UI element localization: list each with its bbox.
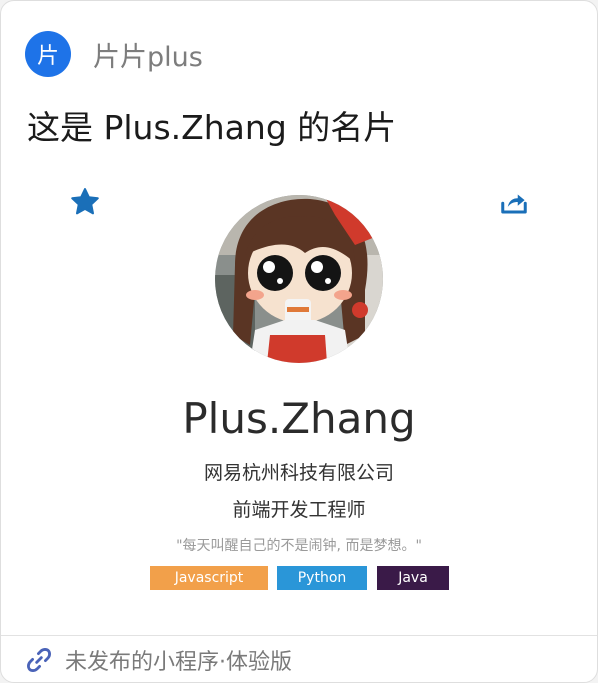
profile-company: 网易杭州科技有限公司 — [203, 462, 394, 484]
page-title: 这是 Plus.Zhang 的名片 — [27, 108, 397, 147]
avatar-illustration — [215, 195, 383, 363]
app-icon: 片 — [25, 31, 71, 77]
profile-name: Plus.Zhang — [182, 394, 416, 443]
app-name: 片片plus — [93, 41, 203, 73]
tag-java: Java — [377, 566, 449, 590]
footer-bar[interactable]: 未发布的小程序·体验版 — [1, 635, 597, 682]
star-icon[interactable] — [68, 186, 102, 218]
tag-python: Python — [277, 566, 367, 590]
profile-role: 前端开发工程师 — [232, 499, 366, 521]
skill-tags: Javascript Python Java — [1, 566, 597, 590]
app-header: 片 片片plus — [25, 31, 203, 77]
share-icon[interactable] — [498, 187, 530, 217]
business-card: 片 片片plus 这是 Plus.Zhang 的名片 Plus.Zhang 网易… — [0, 0, 598, 683]
link-icon — [27, 647, 51, 672]
profile-motto: "每天叫醒自己的不是闹钟, 而是梦想。" — [176, 538, 422, 554]
tag-javascript: Javascript — [150, 566, 268, 590]
footer-label: 未发布的小程序·体验版 — [65, 649, 292, 675]
avatar — [215, 195, 383, 363]
